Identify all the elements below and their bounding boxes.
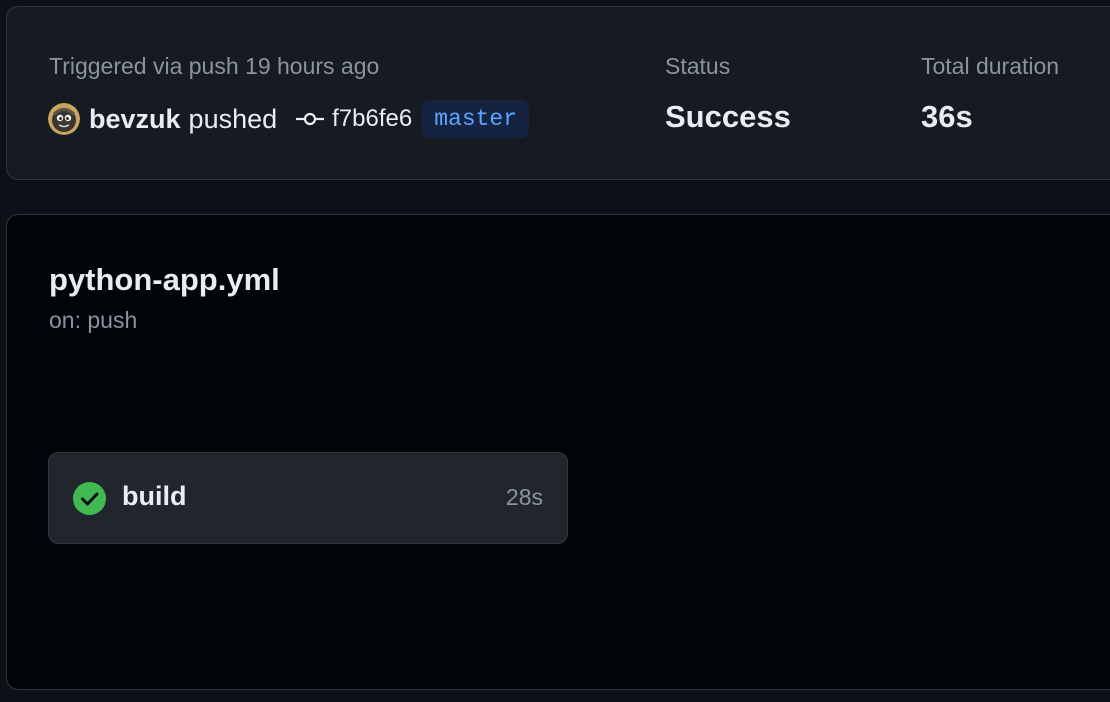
job-duration: 28s [505, 484, 543, 510]
trigger-details: bevzuk pushed f7b6fe6 master [48, 99, 530, 139]
run-summary-card: Triggered via push 19 hours ago bevzuk p… [6, 6, 1110, 180]
job-name: build [122, 481, 187, 511]
actor-link[interactable]: bevzuk [89, 104, 181, 135]
job-build[interactable]: build 28s [48, 452, 568, 544]
commit-sha-link[interactable]: f7b6fe6 [332, 105, 412, 133]
avatar[interactable] [48, 103, 80, 135]
workflow-trigger-event: on: push [49, 307, 138, 333]
check-circle-icon [73, 482, 106, 515]
branch-badge[interactable]: master [422, 100, 530, 138]
git-commit-icon [296, 109, 325, 129]
workflow-file-name: python-app.yml [49, 262, 280, 297]
action-text: pushed [188, 103, 278, 134]
trigger-text: Triggered via push 19 hours ago [49, 53, 380, 79]
workflow-graph-card: python-app.yml on: push build 28s [6, 214, 1110, 690]
duration-label: Total duration [921, 53, 1060, 79]
status-value: Success [665, 99, 791, 134]
duration-value: 36s [921, 99, 973, 134]
status-label: Status [665, 53, 731, 79]
